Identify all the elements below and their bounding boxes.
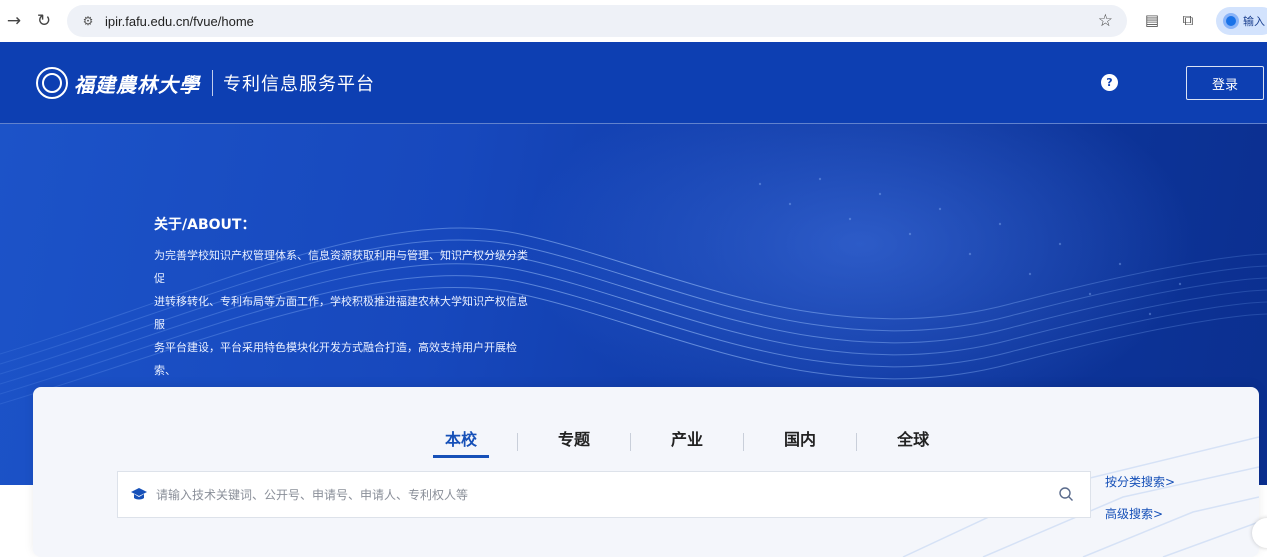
browser-toolbar: → ↻ ⚙ ipir.fafu.edu.cn/fvue/home ☆ ▤ ⧉ 输… bbox=[0, 0, 1267, 42]
profile-button[interactable]: 输入 bbox=[1216, 7, 1267, 35]
forward-icon[interactable]: → bbox=[0, 7, 28, 35]
tab-divider bbox=[743, 433, 745, 451]
profile-label: 输入 bbox=[1243, 16, 1265, 28]
graduation-cap-icon bbox=[130, 487, 148, 503]
about-section: 关于/ABOUT： 为完善学校知识产权管理体系、信息资源获取利用与管理、知识产权… bbox=[154, 214, 534, 405]
search-scope-tabs: 本校 专题 产业 国内 全球 bbox=[433, 426, 941, 458]
url-text[interactable]: ipir.fafu.edu.cn/fvue/home bbox=[105, 14, 254, 29]
about-line: 进转移转化、专利布局等方面工作，学校积极推进福建农林大学知识产权信息服 bbox=[154, 295, 528, 331]
help-icon[interactable]: ? bbox=[1101, 74, 1118, 91]
search-input[interactable] bbox=[156, 487, 1036, 502]
site-info-icon[interactable]: ⚙ bbox=[79, 12, 97, 30]
extensions-icon[interactable]: ⧉ bbox=[1176, 8, 1200, 32]
reload-icon[interactable]: ↻ bbox=[30, 7, 58, 35]
search-panel: 本校 专题 产业 国内 全球 按分类搜索> 高级搜索> bbox=[33, 387, 1259, 557]
search-icon[interactable] bbox=[1058, 486, 1074, 502]
tab-divider bbox=[517, 433, 519, 451]
site-header: 福建農林大學 专利信息服务平台 ? 登录 bbox=[0, 42, 1267, 124]
platform-title: 专利信息服务平台 bbox=[223, 74, 375, 95]
classify-search-link[interactable]: 按分类搜索> bbox=[1105, 473, 1175, 490]
about-text: 为完善学校知识产权管理体系、信息资源获取利用与管理、知识产权分级分类促 进转移转… bbox=[154, 244, 534, 405]
tab-school[interactable]: 本校 bbox=[433, 426, 490, 458]
tab-domestic[interactable]: 国内 bbox=[772, 426, 828, 458]
profile-avatar-icon bbox=[1223, 13, 1239, 29]
tab-industry[interactable]: 产业 bbox=[659, 426, 715, 458]
tab-divider bbox=[856, 433, 858, 451]
reading-mode-icon[interactable]: ▤ bbox=[1140, 8, 1164, 32]
tab-topic[interactable]: 专题 bbox=[546, 426, 602, 458]
university-name: 福建農林大學 bbox=[74, 72, 200, 97]
university-seal-icon bbox=[36, 67, 68, 99]
search-box[interactable] bbox=[117, 471, 1091, 518]
site-logo[interactable]: 福建農林大學 专利信息服务平台 bbox=[36, 67, 375, 99]
tab-global[interactable]: 全球 bbox=[885, 426, 941, 458]
about-line: 务平台建设，平台采用特色模块化开发方式融合打造，高效支持用户开展检索、 bbox=[154, 341, 517, 377]
advanced-search-link[interactable]: 高级搜索> bbox=[1105, 505, 1163, 522]
logo-divider bbox=[212, 70, 213, 96]
tab-divider bbox=[630, 433, 632, 451]
about-line: 为完善学校知识产权管理体系、信息资源获取利用与管理、知识产权分级分类促 bbox=[154, 249, 528, 285]
bookmark-star-icon[interactable]: ☆ bbox=[1098, 11, 1113, 31]
login-button[interactable]: 登录 bbox=[1186, 66, 1264, 100]
about-title: 关于/ABOUT： bbox=[154, 217, 256, 233]
address-bar[interactable]: ⚙ ipir.fafu.edu.cn/fvue/home ☆ bbox=[67, 5, 1127, 37]
